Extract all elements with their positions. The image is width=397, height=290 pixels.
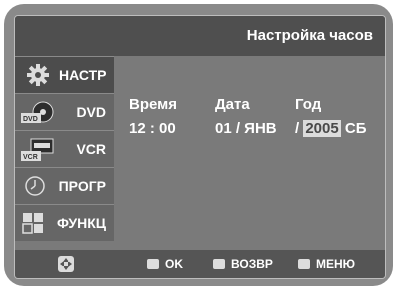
sidebar-item-dvd[interactable]: DVD DVD (15, 93, 114, 130)
clock-icon (25, 176, 45, 196)
gear-icon (27, 64, 49, 86)
bottom-help-bar: OK ВОЗВР МЕНЮ (15, 250, 385, 278)
sidebar: НАСТР DVD DVD VCR VCR ПРОГР ФУНКЦ (15, 56, 115, 250)
sidebar-item-label: НАСТР (59, 67, 107, 83)
page-title: Настройка часов (246, 27, 373, 44)
menu-hint: МЕНЮ (298, 257, 355, 271)
sidebar-item-function[interactable]: ФУНКЦ (15, 204, 114, 241)
day-of-week: СБ (344, 120, 367, 137)
return-icon (213, 259, 225, 269)
clock-settings-panel: Время Дата Год 12 : 00 01 / ЯНВ / 2005 С… (115, 56, 385, 250)
menu-label: МЕНЮ (316, 257, 356, 271)
sidebar-item-program[interactable]: ПРОГР (15, 167, 114, 204)
time-label: Время (129, 96, 177, 113)
sidebar-item-setup[interactable]: НАСТР (15, 56, 114, 93)
back-hint: ВОЗВР (213, 257, 273, 271)
sidebar-item-label: ФУНКЦ (56, 215, 106, 231)
title-bar: Настройка часов (15, 16, 385, 56)
dpad-icon (58, 256, 74, 272)
function-icon (22, 213, 43, 234)
year-value[interactable]: 2005 (303, 120, 341, 137)
back-label: ВОЗВР (231, 257, 273, 271)
ok-label: OK (165, 257, 183, 271)
year-field[interactable]: / 2005 СБ (295, 120, 367, 137)
sidebar-item-vcr[interactable]: VCR VCR (15, 130, 114, 167)
sidebar-item-label: DVD (76, 104, 106, 120)
date-value[interactable]: 01 / ЯНВ (215, 120, 277, 137)
year-label: Год (295, 96, 322, 113)
enter-icon (147, 259, 159, 269)
date-label: Дата (215, 96, 250, 113)
time-value[interactable]: 12 : 00 (129, 120, 176, 137)
sidebar-item-label: ПРОГР (58, 178, 106, 194)
vcr-icon-text: VCR (23, 154, 38, 161)
setup-screen: Настройка часов НАСТР DVD DVD VCR VCR ПР… (14, 15, 386, 279)
sidebar-item-label: VCR (76, 141, 106, 157)
ok-hint: OK (147, 257, 183, 271)
vcr-icon: VCR (21, 138, 54, 161)
dvd-icon-text: DVD (23, 116, 38, 123)
menu-icon (298, 259, 310, 269)
dvd-icon: DVD (21, 101, 54, 123)
year-prefix: / (295, 120, 300, 137)
